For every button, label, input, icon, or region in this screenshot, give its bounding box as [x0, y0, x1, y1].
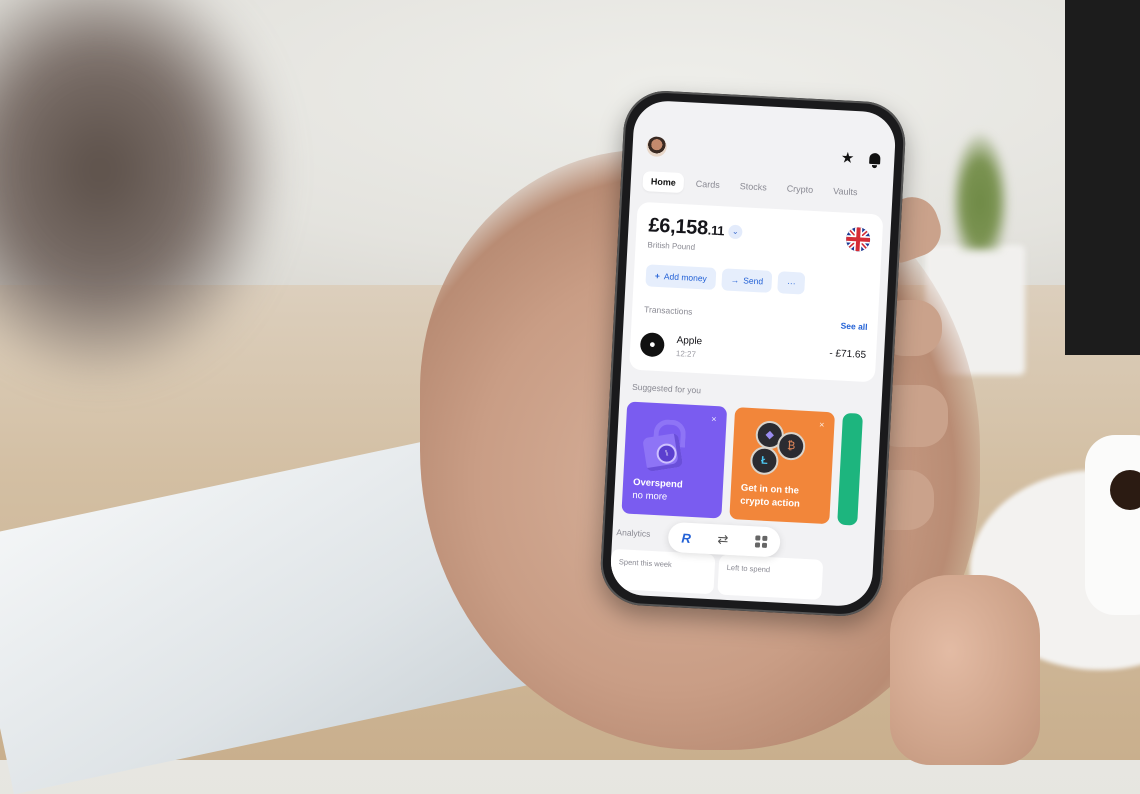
account-actions: + Add money → Send ···	[645, 264, 806, 295]
phone-screen: ★ Home Cards Stocks Crypto Vaults £6,158…	[609, 99, 897, 608]
transaction-time: 12:27	[675, 348, 697, 360]
promo-card-partial[interactable]	[837, 412, 863, 526]
transaction-row[interactable]: ● Apple 12:27 - £71.65	[639, 330, 867, 372]
bell-icon[interactable]	[869, 152, 881, 168]
promo-card-crypto[interactable]: ◆ ₿ Ł × Get in on the crypto action	[729, 407, 836, 525]
star-icon[interactable]: ★	[840, 149, 854, 167]
suggested-title: Suggested for you	[631, 381, 702, 396]
grid-icon[interactable]	[754, 535, 768, 548]
chevron-down-icon[interactable]: ⌄	[727, 224, 743, 240]
app-header: ★	[646, 136, 881, 174]
see-all-link[interactable]: See all	[840, 321, 867, 332]
add-money-label: Add money	[663, 271, 708, 284]
tab-vaults[interactable]: Vaults	[825, 181, 866, 203]
close-icon[interactable]: ×	[711, 414, 717, 424]
apple-logo-icon: ●	[639, 332, 665, 358]
tab-stocks[interactable]: Stocks	[731, 176, 775, 198]
tab-bar: Home Cards Stocks Crypto Vaults	[642, 170, 889, 205]
home-logo-icon[interactable]: R	[681, 530, 691, 545]
tab-home[interactable]: Home	[642, 171, 685, 194]
close-icon[interactable]: ×	[819, 420, 825, 430]
transfer-icon[interactable]: ⇄	[717, 531, 729, 548]
send-label: Send	[743, 275, 764, 287]
smartphone: ★ Home Cards Stocks Crypto Vaults £6,158…	[598, 88, 908, 619]
stat-spent-this-week[interactable]: Spent this week	[609, 548, 716, 595]
crypto-coins-icon: ◆ ₿ Ł	[745, 420, 808, 483]
promo-line-2: no more	[632, 489, 668, 503]
add-money-button[interactable]: + Add money	[645, 264, 717, 290]
account-card: £6,158.11 ⌄ British Pound + Add money → Se…	[628, 201, 884, 383]
arrow-right-icon: →	[730, 274, 740, 286]
uk-flag-icon[interactable]	[845, 226, 871, 252]
analytics-title: Analytics	[616, 527, 651, 539]
background-plant	[950, 130, 1010, 250]
promo-card-overspend[interactable]: ⑊ × Overspend no more	[621, 401, 728, 519]
bitcoin-coin-icon: ₿	[776, 431, 806, 461]
more-button[interactable]: ···	[777, 271, 806, 295]
tab-cards[interactable]: Cards	[687, 173, 728, 195]
background-coffee-cup	[1085, 435, 1140, 615]
balance-cents: .11	[707, 222, 725, 239]
transactions-title: Transactions	[643, 304, 693, 317]
send-button[interactable]: → Send	[721, 268, 773, 293]
stat-left-to-spend[interactable]: Left to spend	[717, 554, 824, 600]
balance-main: £6,158	[647, 214, 709, 240]
litecoin-coin-icon: Ł	[749, 446, 780, 476]
other-hand-thumb	[890, 575, 1040, 765]
promo-text: Overspend no more	[632, 476, 683, 505]
avatar[interactable]	[646, 136, 668, 158]
background-monitor	[1065, 0, 1140, 355]
currency-name: British Pound	[647, 240, 696, 252]
promo-line-2: crypto action	[739, 495, 801, 510]
promo-text: Get in on the crypto action	[740, 482, 801, 511]
account-balance: £6,158.11	[648, 214, 725, 241]
bottom-nav: R ⇄	[667, 521, 781, 558]
tab-crypto[interactable]: Crypto	[778, 178, 822, 200]
plus-icon: +	[654, 270, 661, 282]
more-icon: ···	[786, 277, 796, 289]
lock-icon: ⑊	[638, 418, 691, 473]
transaction-merchant: Apple	[676, 334, 703, 348]
transaction-amount: - £71.65	[829, 348, 867, 361]
